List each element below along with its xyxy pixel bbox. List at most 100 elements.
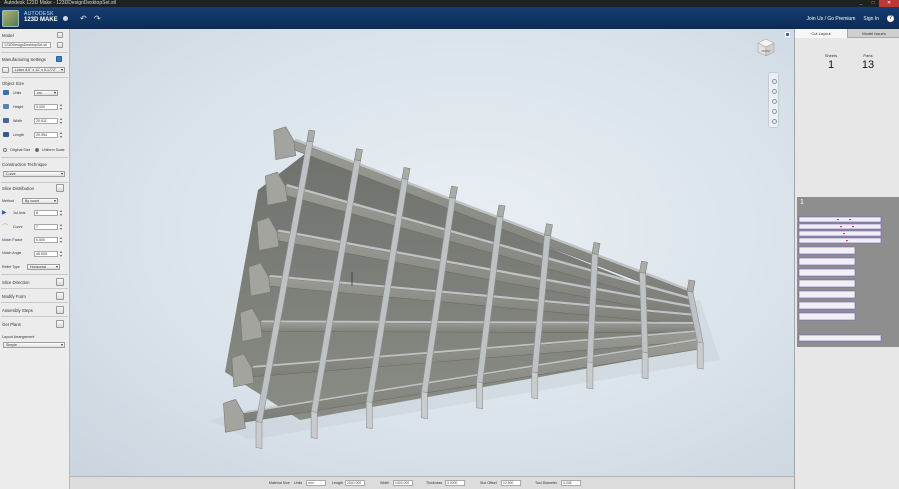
cut-part-curved [798, 257, 856, 266]
material-size-label: Material Size [269, 481, 290, 485]
pencil-edit-icon[interactable] [2, 67, 9, 73]
undo-icon[interactable]: ↶ [80, 15, 90, 23]
sliced-model-render[interactable] [70, 29, 794, 476]
app-menu-dropdown-icon[interactable] [63, 16, 68, 21]
divider [1, 182, 68, 183]
method-dropdown[interactable]: By count [22, 198, 58, 204]
length-input[interactable]: 20.954 [34, 132, 58, 138]
length-icon [3, 132, 9, 137]
bottom-width-input[interactable]: 1403.000 [393, 480, 413, 486]
units-value: cm [37, 91, 42, 95]
construction-section-title: Construction Technique [2, 162, 47, 167]
get-plans-icon[interactable] [56, 320, 64, 328]
width-stepper[interactable] [60, 118, 63, 124]
tab-model-issues[interactable]: Model Issues [847, 29, 899, 38]
assembly-steps-icon[interactable] [56, 306, 64, 314]
thickness-input[interactable]: 3.0000 [445, 480, 465, 486]
units-dropdown[interactable]: cm [34, 90, 58, 96]
tool-diameter-label: Tool Diameter [535, 481, 558, 485]
zoom-icon[interactable] [772, 99, 777, 104]
app-window: Autodesk 123D Make - 123DDesignDesktopSe… [0, 0, 899, 489]
join-premium-link[interactable]: Join Us / Go Premium [807, 16, 856, 22]
maximize-viewport-icon[interactable] [785, 32, 790, 37]
settings-gear-icon[interactable] [56, 56, 62, 62]
tool-diameter-input[interactable]: 3.048 [561, 480, 581, 486]
video-camera-icon[interactable] [56, 278, 64, 286]
nested-parts [798, 216, 882, 342]
slice-distribution-title: Slice Distribution [2, 186, 35, 191]
app-header: AUTODESK 123D MAKE ↶ ↷ Join Us / Go Prem… [0, 7, 899, 29]
back-end-tab [591, 242, 601, 255]
uniform-scale-radio[interactable] [35, 148, 39, 152]
slice-direction-item[interactable]: Slice Direction [2, 280, 29, 285]
relief-type-dropdown[interactable]: Horizontal [27, 264, 60, 270]
cut-sheet-preview[interactable]: 1 [797, 197, 899, 347]
back-end-tab [449, 185, 458, 199]
notch-factor-input[interactable]: 0.500 [34, 237, 58, 243]
close-button[interactable]: ✕ [879, 0, 899, 7]
app-logo-icon[interactable] [2, 10, 19, 27]
first-axis-label: 1st Axis [13, 211, 26, 215]
back-end-tab [639, 260, 648, 274]
height-input[interactable]: 3.000 [34, 104, 58, 110]
tab-cut-layout[interactable]: Cut Layout [795, 29, 847, 38]
viewcube-icon[interactable]: FRONT [754, 36, 776, 58]
get-plans-item[interactable]: Get Plans [2, 322, 21, 327]
vertical-slice-front [365, 401, 373, 429]
model-file-field[interactable]: 123DDesignDesktopSet.stl [2, 42, 51, 48]
cut-part-long [798, 230, 882, 237]
help-icon[interactable]: ? [887, 15, 894, 22]
cut-part-curved [798, 246, 856, 255]
bottom-units-dropdown[interactable]: mm [306, 480, 326, 486]
length-label: Length [13, 133, 24, 137]
slice-list-icon[interactable] [56, 184, 64, 192]
first-axis-stepper[interactable] [60, 210, 63, 216]
header-account-area: Join Us / Go Premium Sign In ? [807, 15, 894, 22]
orbit-icon[interactable] [772, 79, 777, 84]
curve-label: Curve [13, 225, 23, 229]
assembly-steps-item[interactable]: Assembly Steps [2, 308, 33, 313]
back-end-tab [496, 204, 506, 218]
sheets-label: Sheets [824, 53, 838, 58]
home-view-icon[interactable] [772, 119, 777, 124]
cut-part-curved [798, 279, 856, 288]
width-input[interactable]: 20.811 [34, 118, 58, 124]
right-panel-tabs: Cut Layout Model Issues [795, 29, 899, 38]
sheet-size-dropdown[interactable]: Letter 8.5" x 11" x 0.1772" [12, 67, 65, 73]
slot-offset-input[interactable]: 12.500 [501, 480, 521, 486]
chevron-down-icon [56, 266, 58, 268]
first-axis-input[interactable]: 8 [34, 210, 58, 216]
cut-part-curved [798, 301, 856, 310]
maximize-button[interactable]: □ [867, 0, 879, 7]
back-end-tab [306, 129, 316, 143]
minimize-button[interactable]: _ [855, 0, 867, 7]
length-stepper[interactable] [60, 132, 63, 138]
part-label-mark [840, 226, 842, 228]
window-controls: _ □ ✕ [855, 0, 899, 7]
notch-factor-stepper[interactable] [60, 237, 63, 243]
chevron-down-icon [61, 173, 63, 175]
construction-dropdown[interactable]: Curve [3, 171, 65, 177]
redo-icon[interactable]: ↷ [94, 15, 104, 23]
chevron-down-icon [54, 200, 56, 202]
eye-icon[interactable] [57, 32, 63, 38]
cut-part-curved [798, 290, 856, 299]
sign-in-link[interactable]: Sign In [863, 16, 879, 22]
pan-icon[interactable] [772, 89, 777, 94]
curve-stepper[interactable] [60, 224, 63, 230]
modify-form-icon[interactable] [56, 292, 64, 300]
refresh-icon[interactable] [57, 42, 63, 48]
height-stepper[interactable] [60, 104, 63, 110]
uniform-scale-label: Uniform Scale [42, 148, 65, 152]
notch-angle-input[interactable]: 45.000 [34, 251, 58, 257]
3d-viewport[interactable]: FRONT [70, 29, 794, 476]
modify-form-item[interactable]: Modify Form [2, 294, 26, 299]
layout-arrangement-dropdown[interactable]: Simple [3, 342, 65, 348]
fit-view-icon[interactable] [772, 109, 777, 114]
viewcube-front-label: FRONT [762, 49, 771, 53]
bottom-units-label: Units [294, 481, 303, 485]
curve-input[interactable]: 7 [34, 224, 58, 230]
bottom-length-input[interactable]: 2540.000 [345, 480, 365, 486]
original-size-radio[interactable] [3, 148, 7, 152]
notch-angle-stepper[interactable] [60, 251, 63, 257]
